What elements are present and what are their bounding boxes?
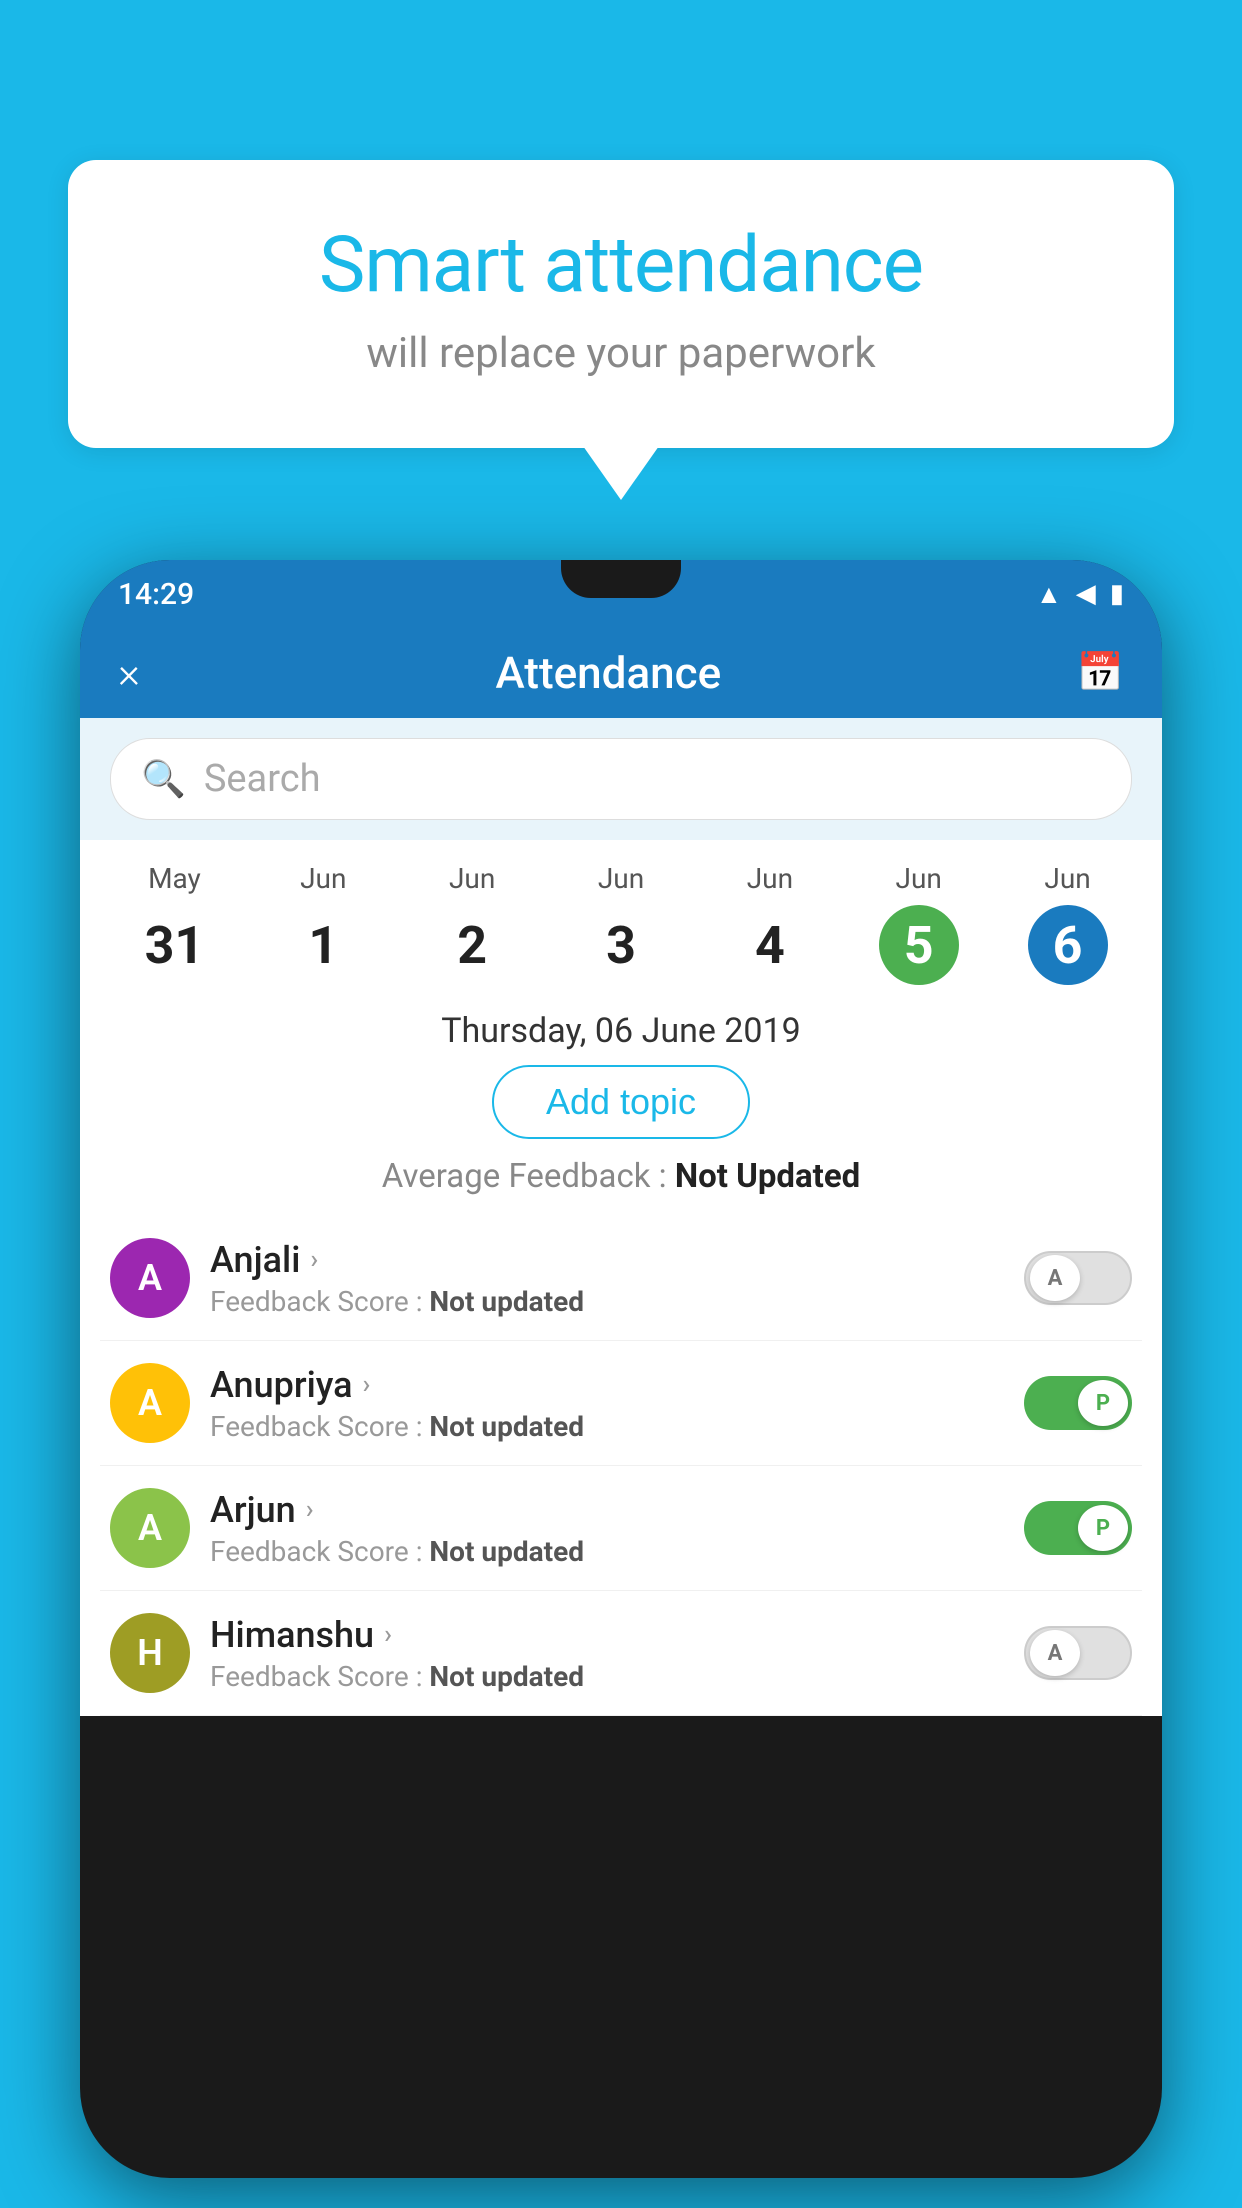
month-label: Jun <box>300 862 346 895</box>
date-item-jun1[interactable]: Jun 1 <box>249 862 398 985</box>
battery-icon: ▮ <box>1110 579 1124 609</box>
day-number: 31 <box>134 905 214 985</box>
chevron-icon: › <box>363 1370 371 1400</box>
toggle-knob: P <box>1078 1380 1128 1426</box>
month-label: Jun <box>598 862 644 895</box>
avatar-arjun: A <box>110 1488 190 1568</box>
month-label: Jun <box>896 862 942 895</box>
student-item-himanshu[interactable]: H Himanshu › Feedback Score : Not update… <box>100 1591 1142 1716</box>
student-info-anupriya: Anupriya › Feedback Score : Not updated <box>210 1364 1004 1443</box>
toggle-anupriya[interactable]: P <box>1024 1376 1132 1430</box>
avatar-himanshu: H <box>110 1613 190 1693</box>
student-list: A Anjali › Feedback Score : Not updated … <box>80 1216 1162 1716</box>
month-label: Jun <box>747 862 793 895</box>
day-number: 2 <box>432 905 512 985</box>
bubble-title: Smart attendance <box>128 220 1114 311</box>
phone-notch <box>561 560 681 598</box>
date-item-may31[interactable]: May 31 <box>100 862 249 985</box>
day-number-today: 5 <box>879 905 959 985</box>
search-icon: 🔍 <box>141 758 186 800</box>
bubble-subtitle: will replace your paperwork <box>128 329 1114 378</box>
wifi-icon: ▲ <box>1036 579 1062 610</box>
status-bar: 14:29 ▲ ◀ ▮ <box>80 560 1162 628</box>
toggle-knob: P <box>1078 1505 1128 1551</box>
signal-icon: ◀ <box>1076 579 1096 609</box>
student-info-himanshu: Himanshu › Feedback Score : Not updated <box>210 1614 1004 1693</box>
date-item-jun6[interactable]: Jun 6 <box>993 862 1142 985</box>
selected-date-label: Thursday, 06 June 2019 <box>80 995 1162 1065</box>
add-topic-button[interactable]: Add topic <box>492 1065 750 1139</box>
student-feedback-anupriya: Feedback Score : Not updated <box>210 1410 1004 1443</box>
date-item-jun5[interactable]: Jun 5 <box>844 862 993 985</box>
day-number-selected: 6 <box>1028 905 1108 985</box>
student-feedback-anjali: Feedback Score : Not updated <box>210 1285 1004 1318</box>
student-name-himanshu: Himanshu › <box>210 1614 1004 1656</box>
avatar-anjali: A <box>110 1238 190 1318</box>
status-icons: ▲ ◀ ▮ <box>1036 579 1124 610</box>
calendar-icon[interactable]: 📅 <box>1077 651 1124 695</box>
status-time: 14:29 <box>118 577 194 612</box>
toggle-knob: A <box>1030 1630 1080 1676</box>
date-scroller: May 31 Jun 1 Jun 2 Jun 3 Jun 4 Jun 5 <box>80 840 1162 995</box>
header-title: Attendance <box>495 647 721 699</box>
avg-feedback-value: Not Updated <box>675 1157 860 1196</box>
app-header: × Attendance 📅 <box>80 628 1162 718</box>
month-label: May <box>148 862 201 895</box>
student-feedback-arjun: Feedback Score : Not updated <box>210 1535 1004 1568</box>
month-label: Jun <box>1044 862 1090 895</box>
toggle-anjali[interactable]: A <box>1024 1251 1132 1305</box>
student-feedback-himanshu: Feedback Score : Not updated <box>210 1660 1004 1693</box>
toggle-knob: A <box>1030 1255 1080 1301</box>
student-item-anjali[interactable]: A Anjali › Feedback Score : Not updated … <box>100 1216 1142 1341</box>
student-info-arjun: Arjun › Feedback Score : Not updated <box>210 1489 1004 1568</box>
date-item-jun2[interactable]: Jun 2 <box>398 862 547 985</box>
search-placeholder: Search <box>204 757 321 801</box>
chevron-icon: › <box>306 1495 314 1525</box>
avatar-anupriya: A <box>110 1363 190 1443</box>
day-number: 3 <box>581 905 661 985</box>
phone-frame: 14:29 ▲ ◀ ▮ × Attendance 📅 🔍 Search May … <box>80 560 1162 2178</box>
search-bar-wrap: 🔍 Search <box>80 718 1162 840</box>
avg-feedback-label: Average Feedback : <box>382 1157 675 1196</box>
close-button[interactable]: × <box>118 649 140 698</box>
student-item-arjun[interactable]: A Arjun › Feedback Score : Not updated P <box>100 1466 1142 1591</box>
search-bar[interactable]: 🔍 Search <box>110 738 1132 820</box>
speech-bubble: Smart attendance will replace your paper… <box>68 160 1174 448</box>
toggle-arjun[interactable]: P <box>1024 1501 1132 1555</box>
student-name-anjali: Anjali › <box>210 1239 1004 1281</box>
date-item-jun3[interactable]: Jun 3 <box>547 862 696 985</box>
month-label: Jun <box>449 862 495 895</box>
date-item-jun4[interactable]: Jun 4 <box>695 862 844 985</box>
day-number: 4 <box>730 905 810 985</box>
chevron-icon: › <box>384 1620 392 1650</box>
student-name-arjun: Arjun › <box>210 1489 1004 1531</box>
day-number: 1 <box>283 905 363 985</box>
toggle-himanshu[interactable]: A <box>1024 1626 1132 1680</box>
phone-screen: 🔍 Search May 31 Jun 1 Jun 2 Jun 3 <box>80 718 1162 1716</box>
chevron-icon: › <box>310 1245 318 1275</box>
student-info-anjali: Anjali › Feedback Score : Not updated <box>210 1239 1004 1318</box>
student-item-anupriya[interactable]: A Anupriya › Feedback Score : Not update… <box>100 1341 1142 1466</box>
avg-feedback: Average Feedback : Not Updated <box>80 1157 1162 1196</box>
student-name-anupriya: Anupriya › <box>210 1364 1004 1406</box>
